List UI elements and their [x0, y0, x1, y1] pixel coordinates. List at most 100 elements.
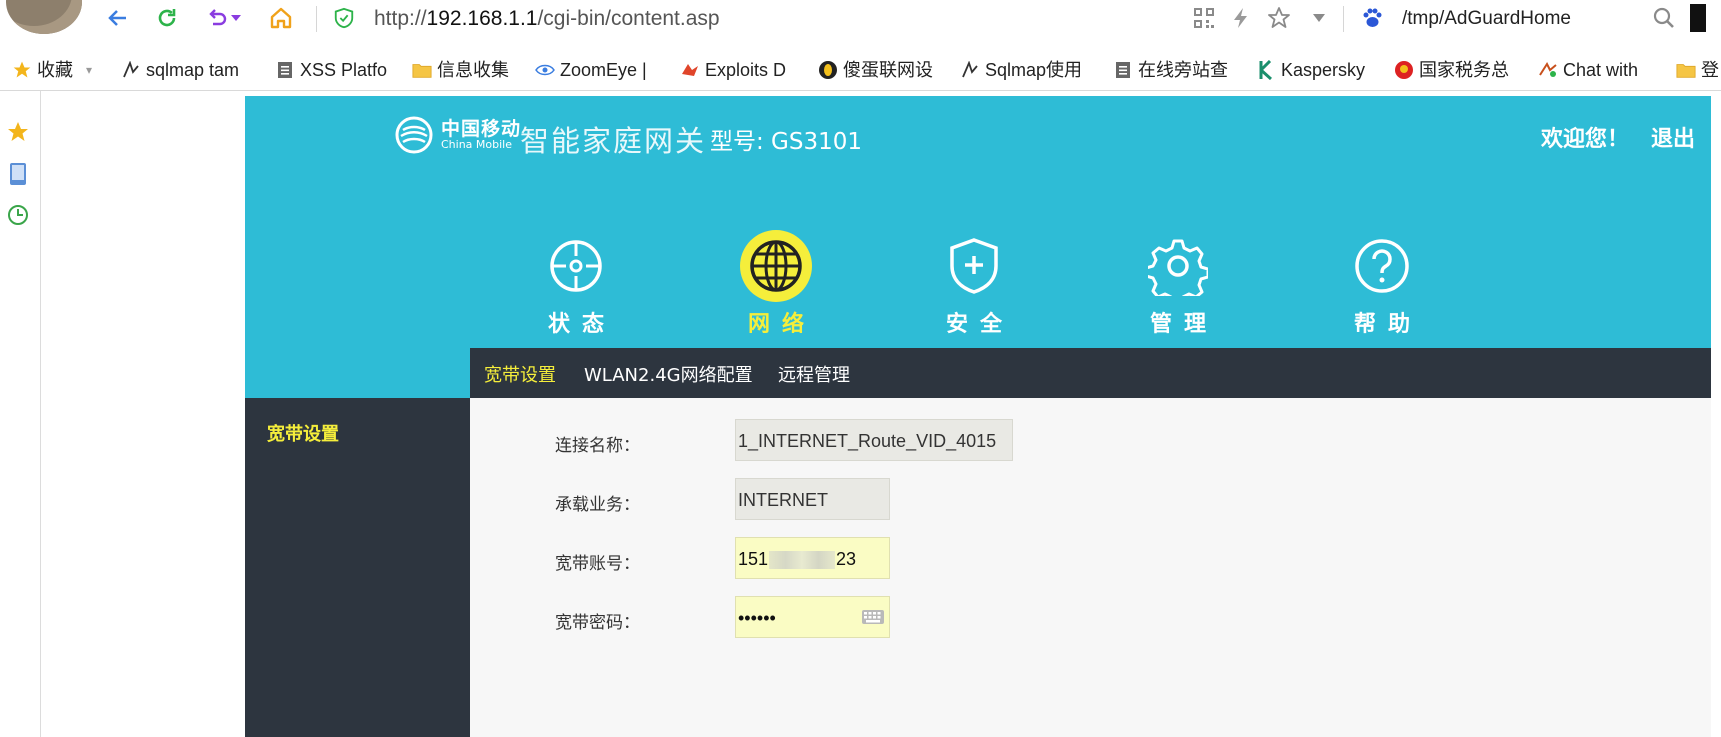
search-input[interactable]: /tmp/AdGuardHome [1402, 5, 1571, 33]
china-mobile-logo: 中国移动 China Mobile [395, 116, 521, 154]
account-input[interactable]: 151 23 [735, 537, 890, 579]
bookmark-sqlmap-tam[interactable]: sqlmap tam [121, 58, 239, 82]
star-icon [12, 60, 32, 80]
extension-icon[interactable] [1690, 4, 1706, 32]
connection-name-label: 连接名称： [555, 436, 640, 456]
service-label: 承载业务： [555, 495, 640, 515]
divider [1343, 6, 1344, 32]
bookmark-label: 收藏 [37, 60, 73, 80]
bookmark-label: XSS Platfo [300, 60, 388, 80]
account-label: 宽带账号： [555, 554, 640, 574]
bookmark-label: 国家税务总 [1419, 60, 1509, 80]
sub-navigation: 宽带设置 WLAN2.4G网络配置 远程管理 [470, 348, 1711, 398]
bookmark-side-site[interactable]: 在线旁站查 [1113, 58, 1228, 82]
eye-icon [535, 60, 555, 80]
baidu-paw-icon[interactable] [1358, 4, 1386, 32]
bookmark-shodan-cn[interactable]: 傻蛋联网设 [818, 58, 933, 82]
undo-icon[interactable] [203, 4, 231, 32]
tab-status[interactable]: 状态 [516, 230, 636, 338]
service-field[interactable]: INTERNET [735, 478, 890, 520]
subnav-broadband[interactable]: 宽带设置 [484, 361, 556, 387]
tab-security[interactable]: 安全 [914, 230, 1034, 338]
account-value-end: 23 [836, 549, 857, 569]
bookmark-label: 傻蛋联网设 [843, 60, 933, 80]
bookmark-exploits-db[interactable]: Exploits D [680, 58, 786, 82]
home-icon[interactable] [267, 4, 295, 32]
connection-name-field[interactable]: 1_INTERNET_Route_VID_4015 [735, 419, 1013, 461]
left-menu: 宽带设置 [245, 398, 470, 737]
brand-cn: 中国移动 [441, 117, 522, 140]
globe-icon [740, 230, 812, 302]
gear-icon [1142, 230, 1214, 302]
password-label: 宽带密码： [555, 613, 640, 633]
user-avatar[interactable] [6, 0, 82, 34]
page-icon [1113, 60, 1133, 80]
help-icon [1346, 230, 1418, 302]
address-input[interactable]: http://192.168.1.1/cgi-bin/content.asp [374, 5, 720, 33]
chevron-down-icon: ▾ [86, 63, 93, 77]
bookmark-label: Chat with [1563, 60, 1639, 80]
qrcode-icon[interactable] [1190, 4, 1218, 32]
account-value-start: 151 [738, 549, 769, 569]
browser-sidebar [0, 91, 41, 737]
tab-label: 状态 [547, 312, 616, 337]
bookmark-label: 登 [1701, 60, 1719, 80]
tab-network[interactable]: 网络 [716, 230, 836, 338]
tab-help[interactable]: 帮助 [1322, 230, 1442, 338]
bookmark-favorites[interactable]: 收藏 ▾ [12, 58, 92, 82]
bookmark-sqlmap-usage[interactable]: Sqlmap使用 [960, 58, 1082, 82]
emblem-icon [1394, 60, 1414, 80]
password-input[interactable]: •••••• [735, 596, 890, 638]
bookmark-label: Sqlmap使用 [985, 60, 1083, 80]
browser-toolbar: http://192.168.1.1/cgi-bin/content.asp /… [0, 0, 1721, 38]
sqlmap-icon [121, 60, 141, 80]
subnav-wlan[interactable]: WLAN2.4G网络配置 [584, 361, 753, 387]
bookmark-label: ZoomEye | [560, 60, 647, 80]
chat-icon [1538, 60, 1558, 80]
bookmark-zoomeye[interactable]: ZoomEye | [535, 58, 647, 82]
refresh-icon[interactable] [153, 4, 181, 32]
favorites-star-icon[interactable] [5, 119, 31, 145]
star-bookmark-icon[interactable] [1265, 4, 1293, 32]
tab-management[interactable]: 管理 [1118, 230, 1238, 338]
logout-link[interactable]: 退出 [1651, 121, 1695, 153]
bookmark-xss-platform[interactable]: XSS Platfo [275, 58, 387, 82]
redaction-blur [769, 551, 836, 570]
bookmark-chat-with[interactable]: Chat with [1538, 58, 1638, 82]
keyboard-icon[interactable] [861, 608, 885, 626]
broadband-form: 连接名称： 1_INTERNET_Route_VID_4015 承载业务： IN… [470, 398, 1711, 737]
exploit-icon [680, 60, 700, 80]
welcome-text: 欢迎您！ [1541, 127, 1630, 152]
lightning-icon[interactable] [1227, 4, 1255, 32]
bookmark-kaspersky[interactable]: Kaspersky [1256, 58, 1365, 82]
chevron-down-icon[interactable] [229, 4, 243, 32]
history-clock-icon[interactable] [5, 202, 31, 228]
leftmenu-broadband[interactable]: 宽带设置 [267, 420, 339, 446]
bookmark-login[interactable]: 登 [1676, 58, 1719, 82]
dropdown-chevron-icon[interactable] [1305, 4, 1333, 32]
kaspersky-icon [1256, 60, 1276, 80]
folder-icon [412, 60, 432, 80]
sqlmap-icon [960, 60, 980, 80]
search-icon[interactable] [1650, 4, 1678, 32]
subnav-remote[interactable]: 远程管理 [778, 361, 850, 387]
bookmark-label: Kaspersky [1281, 60, 1366, 80]
bookmark-label: 信息收集 [437, 60, 509, 80]
tablet-icon[interactable] [5, 161, 31, 187]
gateway-title: 智能家庭网关 [520, 124, 707, 158]
tab-label: 帮助 [1353, 312, 1422, 337]
bookmark-label: 在线旁站查 [1138, 60, 1228, 80]
egg-icon [818, 60, 838, 80]
model-label: 型号: GS3101 [710, 129, 863, 155]
shield-icon [938, 230, 1010, 302]
tab-label: 网络 [747, 312, 816, 337]
bookmark-tax-bureau[interactable]: 国家税务总 [1394, 58, 1509, 82]
bookmark-info-gathering[interactable]: 信息收集 [412, 58, 509, 82]
back-icon[interactable] [104, 4, 132, 32]
folder-icon [1676, 60, 1696, 80]
shield-check-icon[interactable] [330, 4, 358, 32]
tab-label: 管理 [1149, 312, 1218, 337]
page-icon [275, 60, 295, 80]
bookmark-label: sqlmap tam [146, 60, 240, 80]
china-mobile-logo-icon [395, 116, 433, 154]
